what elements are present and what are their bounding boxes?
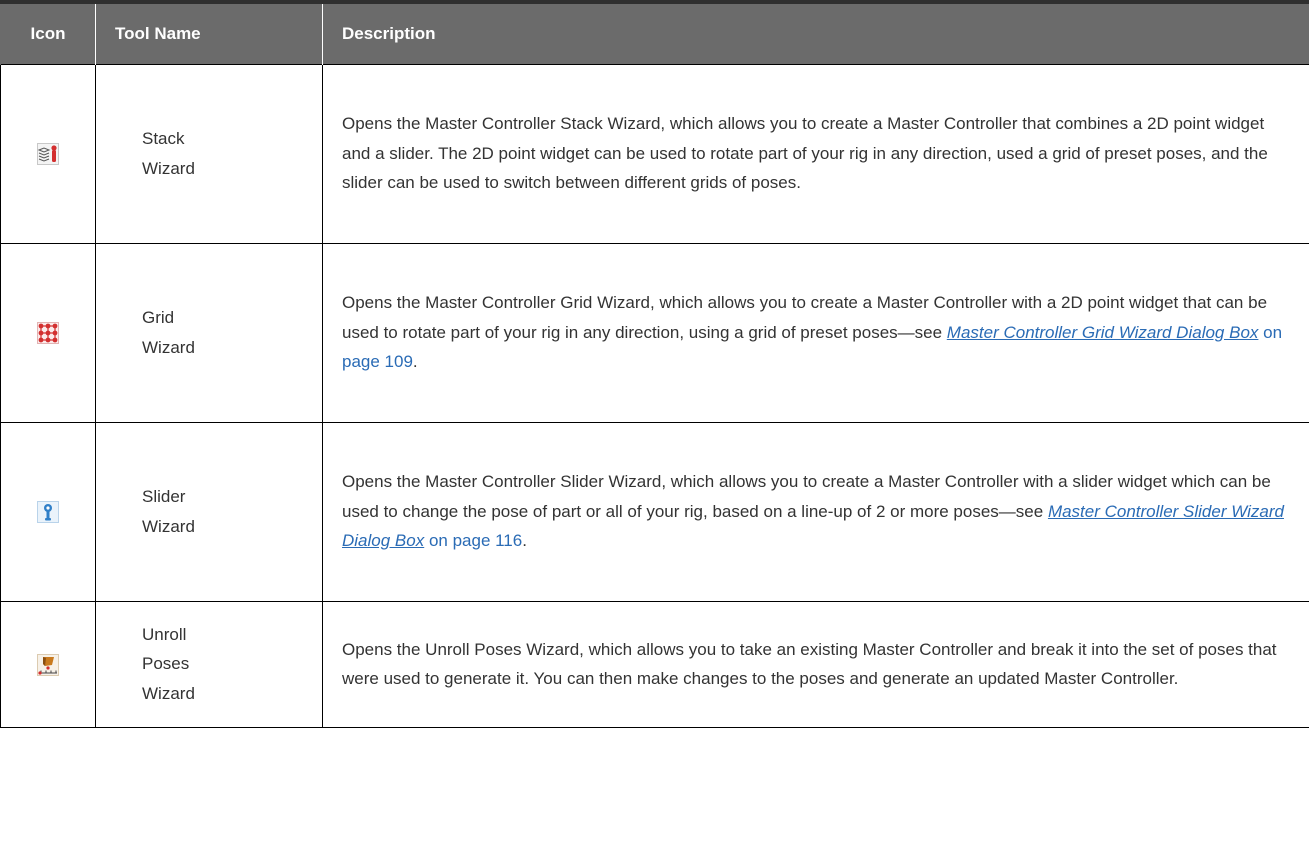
- tools-table: Icon Tool Name Description Stack Wizard …: [0, 4, 1309, 728]
- description-text: Opens the Unroll Poses Wizard, which all…: [342, 639, 1277, 689]
- description-end: .: [522, 531, 527, 551]
- table-row: Stack Wizard Opens the Master Controller…: [0, 63, 1309, 244]
- description-cell: Opens the Master Controller Slider Wizar…: [322, 421, 1309, 602]
- tool-name-line: Wizard: [142, 337, 195, 357]
- link-title: Master Controller Grid Wizard Dialog Box: [946, 322, 1259, 342]
- description-end: .: [412, 352, 418, 372]
- table-header-row: Icon Tool Name Description: [0, 4, 1309, 64]
- header-icon: Icon: [0, 4, 96, 64]
- unroll-poses-wizard-icon: [37, 653, 59, 676]
- link-page: on page 116: [424, 531, 523, 551]
- description-cell: Opens the Master Controller Grid Wizard,…: [322, 242, 1309, 423]
- tool-name-line: Stack: [142, 129, 185, 148]
- tool-name-cell: Stack Wizard: [95, 63, 323, 244]
- header-description: Description: [322, 4, 1309, 64]
- icon-cell: [0, 600, 96, 728]
- tool-name-cell: Grid Wizard: [95, 242, 323, 423]
- tool-name-line: Grid: [142, 308, 175, 327]
- tool-name-cell: Unroll Poses Wizard: [95, 600, 323, 728]
- tool-name-cell: Slider Wizard: [95, 421, 323, 602]
- tool-name-line: Wizard: [142, 683, 195, 703]
- icon-cell: [0, 63, 96, 244]
- tool-name-line: Wizard: [142, 158, 195, 178]
- description-cell: Opens the Master Controller Stack Wizard…: [322, 63, 1309, 244]
- icon-cell: [0, 421, 96, 602]
- tool-name-line: Slider: [142, 487, 186, 506]
- table-row: Slider Wizard Opens the Master Controlle…: [0, 421, 1309, 602]
- table-row: Grid Wizard Opens the Master Controller …: [0, 242, 1309, 423]
- tool-name-line: Wizard: [142, 516, 195, 536]
- slider-wizard-icon: [37, 501, 59, 524]
- icon-cell: [0, 242, 96, 423]
- stack-wizard-icon: [37, 143, 59, 166]
- tool-name-line: Poses: [142, 654, 190, 674]
- table-row: Unroll Poses Wizard Opens the Unroll Pos…: [0, 600, 1309, 728]
- description-text: Opens the Master Controller Stack Wizard…: [342, 114, 1268, 193]
- grid-wizard-icon: [37, 322, 59, 345]
- tool-name-line: Unroll: [142, 624, 187, 644]
- header-tool-name: Tool Name: [95, 4, 323, 64]
- tool-table-frame: Icon Tool Name Description Stack Wizard …: [0, 0, 1309, 865]
- description-cell: Opens the Unroll Poses Wizard, which all…: [322, 600, 1309, 728]
